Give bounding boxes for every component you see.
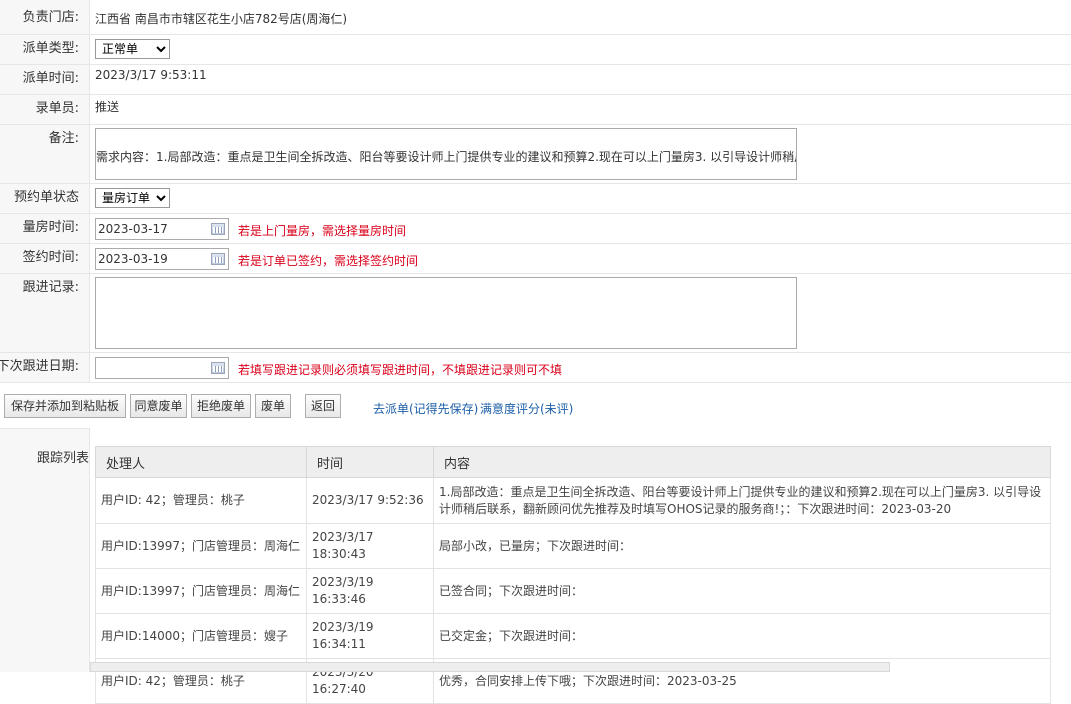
table-row: 用户ID: 42；管理员：桃子 2023/3/17 9:52:36 1.局部改造… <box>95 477 1051 524</box>
handler-cell: 用户ID: 42；管理员：桃子 <box>95 477 307 524</box>
dispatch-type-label: 派单类型: <box>0 35 90 64</box>
remark-row: 备注: 需求内容：1.局部改造：重点是卫生间全拆改造、阳台等要设计师上门提供专业… <box>0 125 1071 184</box>
store-label: 负责门店: <box>0 0 90 34</box>
measure-time-value: 2023-03-17 <box>98 222 168 236</box>
save-and-clipboard-button[interactable]: 保存并添加到粘贴板 <box>4 394 126 418</box>
next-table-header-strip <box>90 662 890 672</box>
next-follow-date-input[interactable] <box>95 357 229 379</box>
table-row: 用户ID:13997；门店管理员：周海仁 2023/3/17 18:30:43 … <box>95 523 1051 569</box>
sign-time-input[interactable]: 2023-03-19 <box>95 248 229 270</box>
dispatch-time-value: 2023/3/17 9:53:11 <box>95 68 207 82</box>
handler-cell: 用户ID:14000；门店管理员：嫂子 <box>95 613 307 659</box>
measure-time-row: 量房时间: 2023-03-17 若是上门量房，需选择量房时间 <box>0 214 1071 244</box>
entry-person-row: 录单员: 推送 <box>0 95 1071 125</box>
sign-time-value: 2023-03-19 <box>98 252 168 266</box>
time-cell: 2023/3/19 16:33:46 <box>306 568 434 614</box>
track-list-label-cell: 跟踪列表 <box>0 428 90 672</box>
entry-person-value: 推送 <box>95 100 120 114</box>
time-cell: 2023/3/17 9:52:36 <box>306 477 434 524</box>
agree-void-button[interactable]: 同意废单 <box>130 394 187 418</box>
table-row: 用户ID:14000；门店管理员：嫂子 2023/3/19 16:34:11 已… <box>95 613 1051 659</box>
calendar-icon[interactable] <box>211 362 225 374</box>
next-follow-date-label: 下次跟进日期: <box>0 353 90 382</box>
dispatch-time-row: 派单时间: 2023/3/17 9:53:11 <box>0 65 1071 95</box>
appointment-status-row: 预约单状态 量房订单 <box>0 184 1071 214</box>
remark-textarea[interactable]: 需求内容：1.局部改造：重点是卫生间全拆改造、阳台等要设计师上门提供专业的建议和… <box>95 128 797 180</box>
entry-person-label: 录单员: <box>0 95 90 124</box>
table-row: 用户ID:13997；门店管理员：周海仁 2023/3/19 16:33:46 … <box>95 568 1051 614</box>
column-header-time: 时间 <box>306 446 434 478</box>
store-row: 负责门店: 江西省 南昌市市辖区花生小店782号店(周海仁) <box>0 0 1071 35</box>
follow-record-row: 跟进记录: <box>0 274 1071 353</box>
follow-record-textarea[interactable] <box>95 277 797 349</box>
appointment-status-label: 预约单状态 <box>0 184 90 213</box>
column-header-content: 内容 <box>433 446 1051 478</box>
appointment-status-select[interactable]: 量房订单 <box>95 188 170 208</box>
sign-time-row: 签约时间: 2023-03-19 若是订单已签约，需选择签约时间 <box>0 244 1071 274</box>
void-button[interactable]: 废单 <box>255 394 291 418</box>
next-follow-date-label-text: 下次跟进日期: <box>0 359 79 374</box>
calendar-icon[interactable] <box>211 223 225 235</box>
measure-time-hint: 若是上门量房，需选择量房时间 <box>238 224 407 238</box>
next-follow-date-row: 下次跟进日期: 若填写跟进记录则必须填写跟进时间，不填跟进记录则可不填 <box>0 353 1071 383</box>
dispatch-type-select[interactable]: 正常单 <box>95 39 170 59</box>
go-dispatch-link[interactable]: 去派单(记得先保存) <box>373 400 478 417</box>
dispatch-type-row: 派单类型: 正常单 <box>0 35 1071 65</box>
measure-time-label: 量房时间: <box>0 214 90 243</box>
measure-time-input[interactable]: 2023-03-17 <box>95 218 229 240</box>
calendar-icon[interactable] <box>211 253 225 265</box>
reject-void-button[interactable]: 拒绝废单 <box>191 394 251 418</box>
back-button[interactable]: 返回 <box>305 394 341 418</box>
track-list-label: 跟踪列表 <box>36 451 89 466</box>
content-cell: 局部小改，已量房；下次跟进时间： <box>433 523 1051 569</box>
handler-cell: 用户ID:13997；门店管理员：周海仁 <box>95 523 307 569</box>
follow-record-label: 跟进记录: <box>0 274 90 352</box>
sign-time-hint: 若是订单已签约，需选择签约时间 <box>238 254 419 268</box>
content-cell: 1.局部改造：重点是卫生间全拆改造、阳台等要设计师上门提供专业的建议和预算2.现… <box>433 477 1051 524</box>
column-header-handler: 处理人 <box>95 446 307 478</box>
content-cell: 已签合同；下次跟进时间： <box>433 568 1051 614</box>
sign-time-label: 签约时间: <box>0 244 90 273</box>
store-value: 江西省 南昌市市辖区花生小店782号店(周海仁) <box>95 12 348 26</box>
handler-cell: 用户ID:13997；门店管理员：周海仁 <box>95 568 307 614</box>
remark-label: 备注: <box>0 125 90 183</box>
next-follow-date-hint: 若填写跟进记录则必须填写跟进时间，不填跟进记录则可不填 <box>238 363 563 377</box>
track-header-row: 处理人 时间 内容 <box>95 446 1051 478</box>
time-cell: 2023/3/19 16:34:11 <box>306 613 434 659</box>
dispatch-time-label: 派单时间: <box>0 65 90 94</box>
content-cell: 已交定金；下次跟进时间： <box>433 613 1051 659</box>
time-cell: 2023/3/17 18:30:43 <box>306 523 434 569</box>
satisfaction-link[interactable]: 满意度评分(未评) <box>480 400 573 417</box>
